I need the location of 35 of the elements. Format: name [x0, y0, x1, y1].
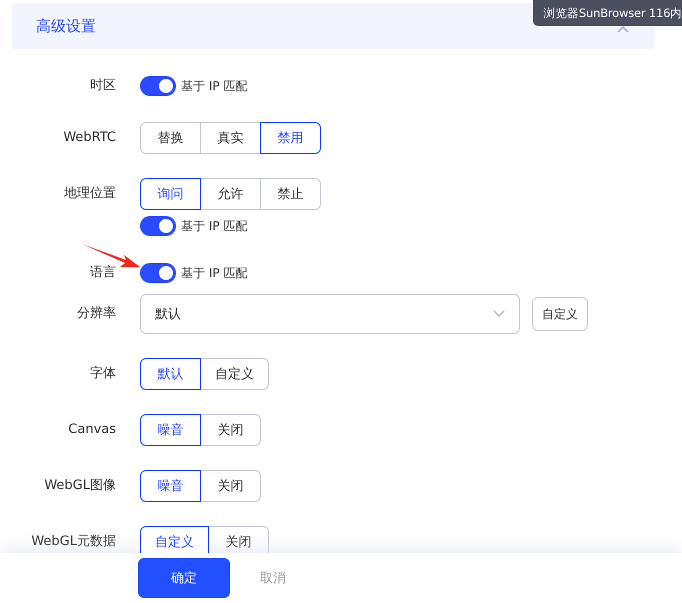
segment-option[interactable]: 询问 — [140, 178, 201, 210]
toggle-label: 基于 IP 匹配 — [181, 218, 248, 234]
segment-option[interactable]: 真实 — [200, 122, 261, 154]
confirm-button[interactable]: 确定 — [138, 558, 230, 598]
segment-option[interactable]: 噪音 — [140, 414, 201, 446]
section-title: 高级设置 — [36, 16, 96, 36]
segment-option[interactable]: 禁止 — [260, 178, 321, 210]
toggle-label: 基于 IP 匹配 — [181, 264, 248, 282]
setting-label: 地理位置 — [63, 185, 116, 203]
segment-option[interactable]: 自定义 — [200, 358, 269, 390]
segment-option[interactable]: 关闭 — [208, 526, 269, 553]
setting-label: 分辨率 — [76, 305, 116, 323]
setting-label: WebRTC — [62, 129, 116, 147]
tooltip: 浏览器SunBrowser 116内 — [532, 0, 682, 26]
select-field[interactable]: 默认 — [140, 294, 520, 334]
toggle-switch[interactable] — [140, 263, 176, 283]
segment-option[interactable]: 允许 — [200, 178, 261, 210]
chevron-down-icon — [493, 310, 505, 318]
segment-option[interactable]: 替换 — [140, 122, 201, 154]
setting-label: WebGL图像 — [43, 477, 116, 495]
segment-option[interactable]: 自定义 — [140, 526, 209, 553]
setting-label: WebGL元数据 — [30, 533, 116, 551]
toggle-label: 基于 IP 匹配 — [181, 78, 248, 94]
toggle-switch[interactable] — [140, 76, 176, 96]
segment-option[interactable]: 关闭 — [200, 414, 261, 446]
segment-option[interactable]: 禁用 — [260, 122, 321, 154]
setting-label: 语言 — [89, 264, 116, 282]
setting-label: 时区 — [89, 77, 116, 95]
toggle-switch[interactable] — [140, 216, 176, 236]
segment-option[interactable]: 关闭 — [200, 470, 261, 502]
setting-label: Canvas — [67, 421, 116, 439]
custom-button[interactable]: 自定义 — [532, 297, 588, 331]
segment-option[interactable]: 默认 — [140, 358, 201, 390]
setting-label: 字体 — [89, 365, 116, 383]
segment-option[interactable]: 噪音 — [140, 470, 201, 502]
